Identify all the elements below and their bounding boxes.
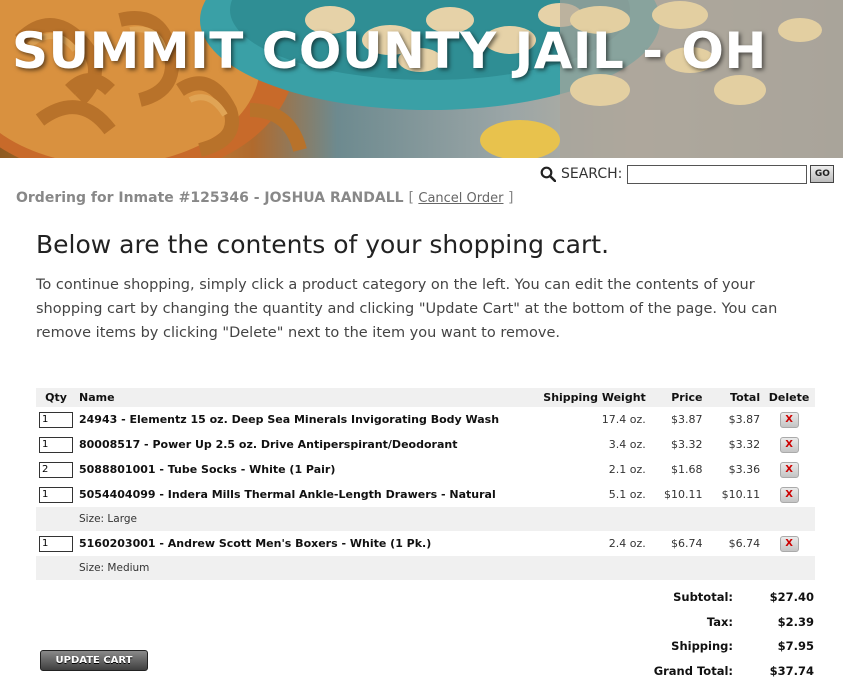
subtotal-value: $27.40	[770, 590, 814, 604]
item-name: 5088801001 - Tube Socks - White (1 Pair)	[76, 457, 534, 482]
item-name: 80008517 - Power Up 2.5 oz. Drive Antipe…	[76, 432, 534, 457]
quantity-input[interactable]	[39, 462, 73, 478]
item-weight: 2.1 oz.	[534, 457, 649, 482]
item-name: 5160203001 - Andrew Scott Men's Boxers -…	[76, 531, 534, 556]
column-header-delete: Delete	[763, 388, 815, 407]
quantity-input[interactable]	[39, 437, 73, 453]
item-price: $3.87	[649, 407, 706, 432]
search-bar: SEARCH: GO	[540, 162, 834, 186]
delete-item-button[interactable]: X	[780, 437, 799, 453]
page-title: Below are the contents of your shopping …	[36, 230, 609, 259]
cart-item-row: 24943 - Elementz 15 oz. Deep Sea Mineral…	[36, 407, 815, 432]
item-weight: 17.4 oz.	[534, 407, 649, 432]
subtotal-row: Subtotal: $27.40	[620, 585, 814, 610]
cart-item-row: 5088801001 - Tube Socks - White (1 Pair)…	[36, 457, 815, 482]
cancel-order-wrapper: [ Cancel Order ]	[408, 190, 513, 206]
quantity-input[interactable]	[39, 487, 73, 503]
delete-item-button[interactable]: X	[780, 462, 799, 478]
column-header-name: Name	[76, 388, 534, 407]
cart-item-row: 80008517 - Power Up 2.5 oz. Drive Antipe…	[36, 432, 815, 457]
grand-total-label: Grand Total:	[620, 664, 733, 678]
item-price: $6.74	[649, 531, 706, 556]
delete-item-button[interactable]: X	[780, 487, 799, 503]
cart-table: Qty Name Shipping Weight Price Total Del…	[36, 388, 815, 580]
item-total: $6.74	[705, 531, 763, 556]
tax-label: Tax:	[620, 615, 733, 629]
grand-total-value: $37.74	[770, 664, 814, 678]
search-go-button[interactable]: GO	[810, 165, 834, 183]
column-header-price: Price	[649, 388, 706, 407]
item-name: 5054404099 - Indera Mills Thermal Ankle-…	[76, 482, 534, 507]
column-header-qty: Qty	[36, 388, 76, 407]
shipping-value: $7.95	[778, 639, 814, 653]
item-option-row: Size: Large	[36, 507, 815, 531]
item-total: $3.32	[705, 432, 763, 457]
search-input[interactable]	[627, 165, 807, 184]
tax-row: Tax: $2.39	[620, 610, 814, 635]
bracket-close: ]	[508, 190, 513, 206]
item-total: $10.11	[705, 482, 763, 507]
cart-item-row: 5160203001 - Andrew Scott Men's Boxers -…	[36, 531, 815, 556]
quantity-input[interactable]	[39, 412, 73, 428]
delete-item-button[interactable]: X	[780, 412, 799, 428]
column-header-total: Total	[705, 388, 763, 407]
quantity-input[interactable]	[39, 536, 73, 552]
item-option-row: Size: Medium	[36, 556, 815, 580]
search-label: SEARCH:	[561, 166, 622, 182]
tax-value: $2.39	[778, 615, 814, 629]
order-totals: Subtotal: $27.40 Tax: $2.39 Shipping: $7…	[620, 585, 814, 683]
grand-total-row: Grand Total: $37.74	[620, 659, 814, 683]
column-header-weight: Shipping Weight	[534, 388, 649, 407]
item-weight: 5.1 oz.	[534, 482, 649, 507]
ordering-text: Ordering for Inmate #125346 - JOSHUA RAN…	[16, 190, 404, 206]
item-price: $10.11	[649, 482, 706, 507]
bracket-open: [	[408, 190, 413, 206]
instructions-text: To continue shopping, simply click a pro…	[36, 273, 816, 345]
update-cart-button[interactable]: UPDATE CART	[40, 650, 148, 671]
ordering-info: Ordering for Inmate #125346 - JOSHUA RAN…	[16, 190, 513, 206]
header-banner: SUMMIT COUNTY JAIL - OH	[0, 0, 843, 158]
item-weight: 3.4 oz.	[534, 432, 649, 457]
item-size-option: Size: Large	[76, 507, 815, 531]
item-price: $1.68	[649, 457, 706, 482]
item-total: $3.36	[705, 457, 763, 482]
cart-header-row: Qty Name Shipping Weight Price Total Del…	[36, 388, 815, 407]
item-total: $3.87	[705, 407, 763, 432]
cart-item-row: 5054404099 - Indera Mills Thermal Ankle-…	[36, 482, 815, 507]
facility-title: SUMMIT COUNTY JAIL - OH	[12, 22, 767, 80]
shipping-row: Shipping: $7.95	[620, 634, 814, 659]
delete-item-button[interactable]: X	[780, 536, 799, 552]
subtotal-label: Subtotal:	[620, 590, 733, 604]
item-size-option: Size: Medium	[76, 556, 815, 580]
item-weight: 2.4 oz.	[534, 531, 649, 556]
search-icon	[540, 166, 556, 182]
shipping-label: Shipping:	[620, 639, 733, 653]
cancel-order-link[interactable]: Cancel Order	[418, 191, 503, 206]
item-name: 24943 - Elementz 15 oz. Deep Sea Mineral…	[76, 407, 534, 432]
item-price: $3.32	[649, 432, 706, 457]
